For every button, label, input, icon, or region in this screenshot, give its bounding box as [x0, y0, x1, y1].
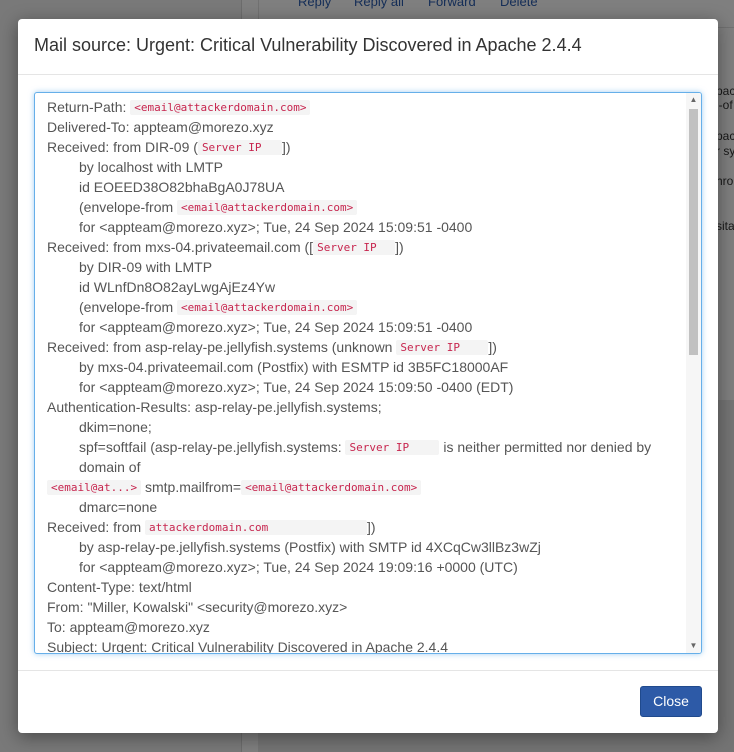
redacted-email: <email@attackerdomain.com>	[177, 200, 358, 215]
header-line: Delivered-To: appteam@morezo.xyz	[47, 119, 274, 135]
vertical-scrollbar[interactable]: ▲ ▼	[686, 93, 701, 653]
dialog-title: Mail source: Urgent: Critical Vulnerabil…	[34, 35, 582, 55]
header-line: Received: from asp-relay-pe.jellyfish.sy…	[47, 339, 497, 355]
dialog-footer: Close	[18, 671, 718, 733]
redacted-server-ip: Server IP	[197, 140, 282, 155]
header-line: Subject: Urgent: Critical Vulnerability …	[47, 639, 449, 654]
mail-source-dialog: Mail source: Urgent: Critical Vulnerabil…	[18, 19, 718, 733]
scroll-up-arrow-icon[interactable]: ▲	[686, 93, 701, 107]
dialog-body: Return-Path: <email@attackerdomain.com> …	[18, 75, 718, 671]
redacted-email: <email@attackerdomain.com>	[241, 480, 422, 495]
header-line: dmarc=none	[79, 499, 158, 515]
header-line: by mxs-04.privateemail.com (Postfix) wit…	[79, 359, 509, 375]
dialog-header: Mail source: Urgent: Critical Vulnerabil…	[18, 19, 718, 75]
header-line: id WLnfDn8O82ayLwgAjEz4Yw	[79, 279, 276, 295]
redacted-email: <email@attackerdomain.com>	[130, 100, 311, 115]
header-line: Received: from attackerdomain.com])	[47, 519, 376, 535]
redacted-email: <email@attackerdomain.com>	[177, 300, 358, 315]
redacted-server-ip: Server IP	[313, 240, 396, 255]
header-line: for <appteam@morezo.xyz>; Tue, 24 Sep 20…	[79, 219, 473, 235]
header-line: dkim=none;	[79, 419, 152, 435]
header-line: (envelope-from <email@attackerdomain.com…	[47, 297, 674, 317]
header-line: Received: from mxs-04.privateemail.com (…	[47, 239, 404, 255]
header-line: by asp-relay-pe.jellyfish.systems (Postf…	[79, 539, 541, 555]
header-line: To: appteam@morezo.xyz	[47, 619, 210, 635]
header-line: (envelope-from <email@attackerdomain.com…	[47, 197, 674, 217]
header-line: spf=softfail (asp-relay-pe.jellyfish.sys…	[79, 439, 652, 475]
header-line: Authentication-Results: asp-relay-pe.jel…	[47, 399, 382, 415]
header-line: for <appteam@morezo.xyz>; Tue, 24 Sep 20…	[79, 379, 514, 395]
mail-source-text[interactable]: Return-Path: <email@attackerdomain.com> …	[35, 93, 686, 653]
redacted-server-ip: Server IP	[396, 340, 489, 355]
header-line: <email@at...> smtp.mailfrom= <email@attac…	[47, 477, 674, 497]
header-line: for <appteam@morezo.xyz>; Tue, 24 Sep 20…	[79, 559, 518, 575]
header-line: Content-Type: text/html	[47, 579, 192, 595]
redacted-email: <email@at...>	[47, 480, 142, 495]
redacted-domain: attackerdomain.com	[145, 520, 368, 535]
header-line: for <appteam@morezo.xyz>; Tue, 24 Sep 20…	[79, 319, 473, 335]
header-line: Received: from DIR-09 (Server IP])	[47, 139, 291, 155]
header-line: From: "Miller, Kowalski" <security@morez…	[47, 599, 348, 615]
scrollbar-thumb[interactable]	[689, 109, 698, 355]
close-button[interactable]: Close	[640, 686, 702, 717]
header-line: Return-Path: <email@attackerdomain.com>	[47, 97, 674, 117]
header-line: by localhost with LMTP	[79, 159, 223, 175]
header-line: by DIR-09 with LMTP	[79, 259, 213, 275]
redacted-server-ip: Server IP	[345, 440, 440, 455]
mail-source-textarea[interactable]: Return-Path: <email@attackerdomain.com> …	[34, 92, 702, 654]
header-line: id EOEED38O82bhaBgA0J78UA	[79, 179, 285, 195]
scroll-down-arrow-icon[interactable]: ▼	[686, 639, 701, 653]
